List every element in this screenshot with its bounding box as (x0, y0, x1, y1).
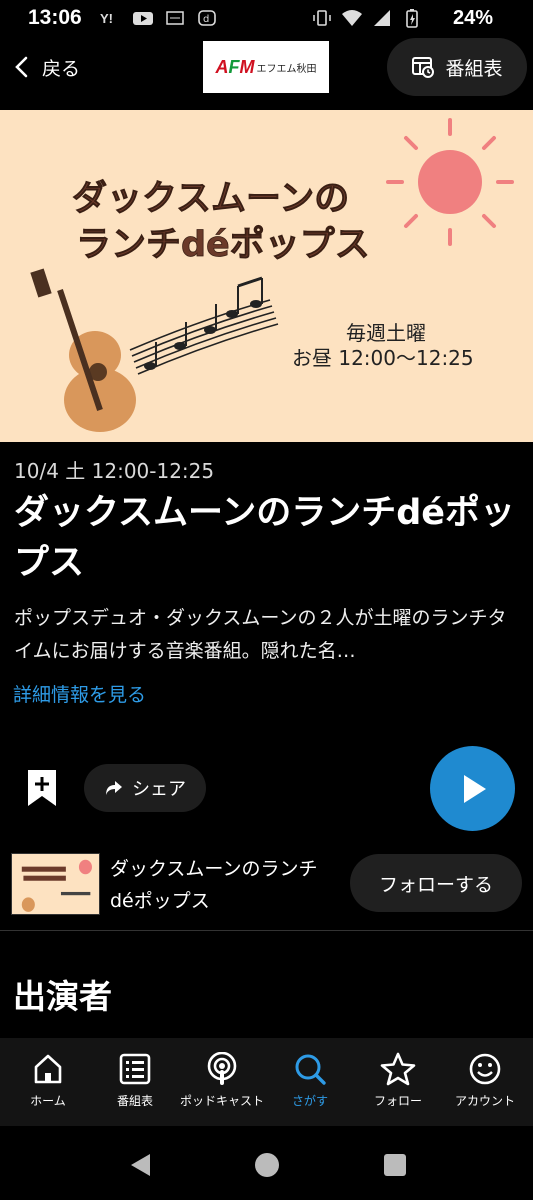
yahoo-icon: Y! (100, 8, 122, 28)
artwork-time: お昼 12:00〜12:25 (292, 346, 474, 370)
artwork-illustration: ダックスムーンの ランチdéポップス 毎週土曜 お昼 12:00〜12:25 (30, 118, 514, 432)
artwork-day: 毎週土曜 (346, 321, 426, 345)
share-button[interactable]: シェア (84, 764, 206, 812)
nav-schedule-label: 番組表 (116, 1094, 153, 1108)
share-label: シェア (132, 779, 186, 800)
program-title: ダックスムーンのランチdéポップス (14, 493, 515, 583)
sun-icon (386, 118, 514, 246)
battery-icon (401, 8, 423, 28)
back-button[interactable]: 戻る (14, 52, 80, 82)
more-info-link[interactable]: 詳細情報を見る (13, 680, 146, 707)
system-home-icon[interactable] (254, 1152, 280, 1178)
nav-home-label: ホーム (30, 1094, 66, 1108)
battery-percent: 24% (452, 7, 493, 29)
series-name: ダックスムーンのランチdéポップス (110, 858, 318, 912)
status-time: 13:06 (28, 6, 82, 29)
nav-search-label: さがす (291, 1094, 328, 1108)
system-icons (311, 8, 423, 28)
system-recents-icon[interactable] (383, 1153, 407, 1177)
episode-date: 10/4 土 12:00-12:25 (14, 459, 215, 483)
bookmark-add-icon (28, 770, 56, 806)
nav-account[interactable]: アカウント (440, 1052, 530, 1109)
chevron-left-icon (15, 56, 28, 78)
podcast-icon (207, 1052, 237, 1085)
series-row[interactable]: ダックスムーンのランチdéポップス フォローする (0, 848, 533, 928)
home-icon (34, 1054, 62, 1084)
series-thumbnail (11, 853, 100, 915)
star-icon (380, 1052, 416, 1086)
bottom-navigation: ホーム 番組表 ポッドキャスト さがす フォロー アカウント (0, 1038, 533, 1126)
system-back-icon[interactable] (128, 1152, 152, 1178)
program-description: ポップスデュオ・ダックスムーンの２人が土曜のランチタイムにお届けする音楽番組。隠… (14, 607, 507, 662)
schedule-button[interactable]: 番組表 (387, 38, 527, 96)
nav-search[interactable]: さがす (265, 1052, 355, 1109)
guitar-icon (30, 268, 136, 432)
list-icon (119, 1053, 151, 1085)
top-bar: 戻る AFM エフエム秋田 番組表 (0, 38, 533, 110)
notification-icons: Y! d (100, 8, 218, 28)
play-icon (463, 774, 486, 803)
logo-mark: AFM (215, 56, 255, 77)
status-bar: 13:06 Y! d 24% (0, 0, 533, 38)
docomo-icon: d (196, 8, 218, 28)
search-icon (295, 1054, 326, 1085)
bookmark-add-button[interactable] (24, 768, 60, 808)
nav-podcast-label: ポッドキャスト (179, 1094, 264, 1108)
play-button[interactable] (430, 746, 515, 831)
nav-follow[interactable]: フォロー (353, 1052, 443, 1109)
system-navigation-bar (0, 1126, 533, 1200)
vibrate-icon (311, 8, 333, 28)
wifi-icon (341, 8, 363, 28)
follow-button[interactable]: フォローする (350, 854, 522, 912)
svg-text:d: d (203, 14, 209, 25)
fm-icon (164, 8, 186, 28)
nav-account-label: アカウント (454, 1094, 515, 1108)
cast-heading: 出演者 (13, 977, 112, 1016)
schedule-label: 番組表 (445, 57, 503, 80)
nav-schedule[interactable]: 番組表 (90, 1052, 180, 1109)
divider (0, 930, 533, 931)
svg-text:Y!: Y! (100, 11, 113, 26)
schedule-icon (412, 57, 435, 78)
artwork-title-line1: ダックスムーンの (72, 179, 349, 219)
artwork-title-line2: ランチdéポップス (76, 224, 370, 265)
nav-follow-label: フォロー (373, 1094, 422, 1108)
station-logo: AFM エフエム秋田 (203, 41, 329, 93)
back-label: 戻る (42, 57, 81, 80)
share-arrow-icon (106, 781, 122, 795)
signal-icon (371, 8, 393, 28)
notes (144, 276, 263, 370)
youtube-icon (132, 8, 154, 28)
smile-icon (469, 1053, 501, 1085)
logo-text: エフエム秋田 (256, 63, 317, 75)
nav-podcast[interactable]: ポッドキャスト (177, 1052, 267, 1109)
program-artwork: ダックスムーンの ランチdéポップス 毎週土曜 お昼 12:00〜12:25 (0, 110, 533, 442)
nav-home[interactable]: ホーム (3, 1052, 93, 1109)
